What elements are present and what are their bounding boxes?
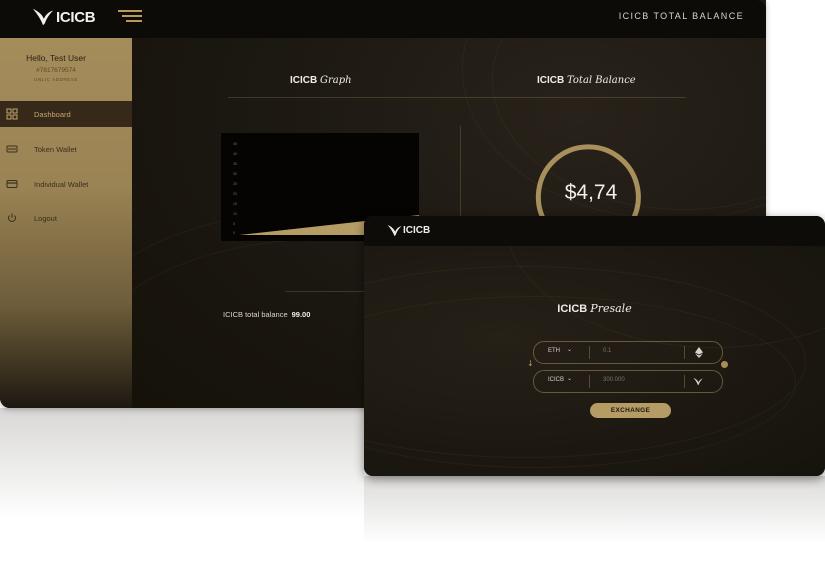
sidebar-item-label: Token Wallet bbox=[34, 144, 77, 154]
window-reflection bbox=[0, 408, 364, 548]
menu-icon[interactable] bbox=[118, 10, 142, 24]
to-currency-select[interactable]: ICICB bbox=[548, 377, 564, 383]
total-balance-title: ICICB Total Balance bbox=[537, 75, 636, 86]
sidebar-item-dashboard[interactable]: Dashboard bbox=[0, 101, 132, 127]
chevron-down-icon[interactable]: ⌄ bbox=[567, 375, 572, 382]
chevron-down-icon[interactable]: ⌄ bbox=[567, 346, 572, 353]
graph-title: ICICB Graph bbox=[290, 75, 352, 86]
brand-name: ICICB bbox=[56, 8, 96, 26]
token-wallet-icon bbox=[6, 145, 18, 153]
card-icon bbox=[6, 180, 18, 188]
arrow-down-icon: ↓ bbox=[527, 359, 534, 368]
sidebar-item-label: Logout bbox=[34, 213, 57, 223]
icicb-bird-icon bbox=[32, 8, 54, 26]
to-amount-field[interactable]: ICICB ⌄ 300.000 bbox=[533, 370, 723, 393]
sidebar-item-logout[interactable]: Logout bbox=[0, 205, 132, 231]
brand-name: ICICB bbox=[403, 225, 431, 236]
user-greeting: Hello, Test User bbox=[26, 53, 86, 63]
exchange-button[interactable]: EXCHANGE bbox=[590, 403, 671, 418]
top-bar: ICICB ICICB TOTAL BALANCE bbox=[0, 0, 766, 38]
from-amount-field[interactable]: ETH ⌄ 0.1 bbox=[533, 341, 723, 364]
sidebar-item-label: Individual Wallet bbox=[34, 179, 89, 189]
power-icon bbox=[8, 213, 16, 222]
swap-dot bbox=[721, 361, 728, 368]
window-reflection bbox=[364, 476, 825, 556]
presale-title: ICICB Presale bbox=[557, 302, 632, 315]
page-title: ICICB TOTAL BALANCE bbox=[618, 11, 744, 21]
user-id: #7817679574 bbox=[36, 67, 76, 74]
icicb-bird-icon bbox=[693, 377, 703, 386]
presale-brand-logo[interactable]: ICICB bbox=[387, 223, 430, 238]
sidebar: Hello, Test User #7817679574 UNLIC ADDRE… bbox=[0, 38, 132, 408]
icicb-bird-icon bbox=[387, 224, 402, 237]
total-balance-value: 99.00 bbox=[291, 310, 311, 319]
sidebar-item-label: Dashboard bbox=[34, 109, 71, 119]
sidebar-item-individual-wallet[interactable]: Individual Wallet bbox=[0, 171, 132, 197]
sidebar-item-token-wallet[interactable]: Token Wallet bbox=[0, 136, 132, 162]
presale-top-bar: ICICB bbox=[364, 216, 825, 246]
balance-value: $4,74 bbox=[564, 181, 618, 204]
to-amount-input[interactable]: 300.000 bbox=[603, 377, 625, 383]
from-amount-input[interactable]: 0.1 bbox=[603, 348, 611, 354]
total-balance-summary: ICICB total balance 99.00 bbox=[223, 310, 310, 319]
dashboard-icon bbox=[6, 108, 18, 120]
presale-window: ICICB ICICB Presale ETH ⌄ 0.1 ↓ ICICB ⌄ … bbox=[364, 216, 825, 476]
from-currency-select[interactable]: ETH bbox=[548, 348, 560, 354]
ethereum-icon bbox=[695, 347, 703, 358]
total-balance-label: ICICB total balance bbox=[223, 310, 288, 319]
brand-logo[interactable]: ICICB bbox=[32, 6, 96, 28]
user-address-label: UNLIC ADDRESS bbox=[33, 77, 79, 82]
